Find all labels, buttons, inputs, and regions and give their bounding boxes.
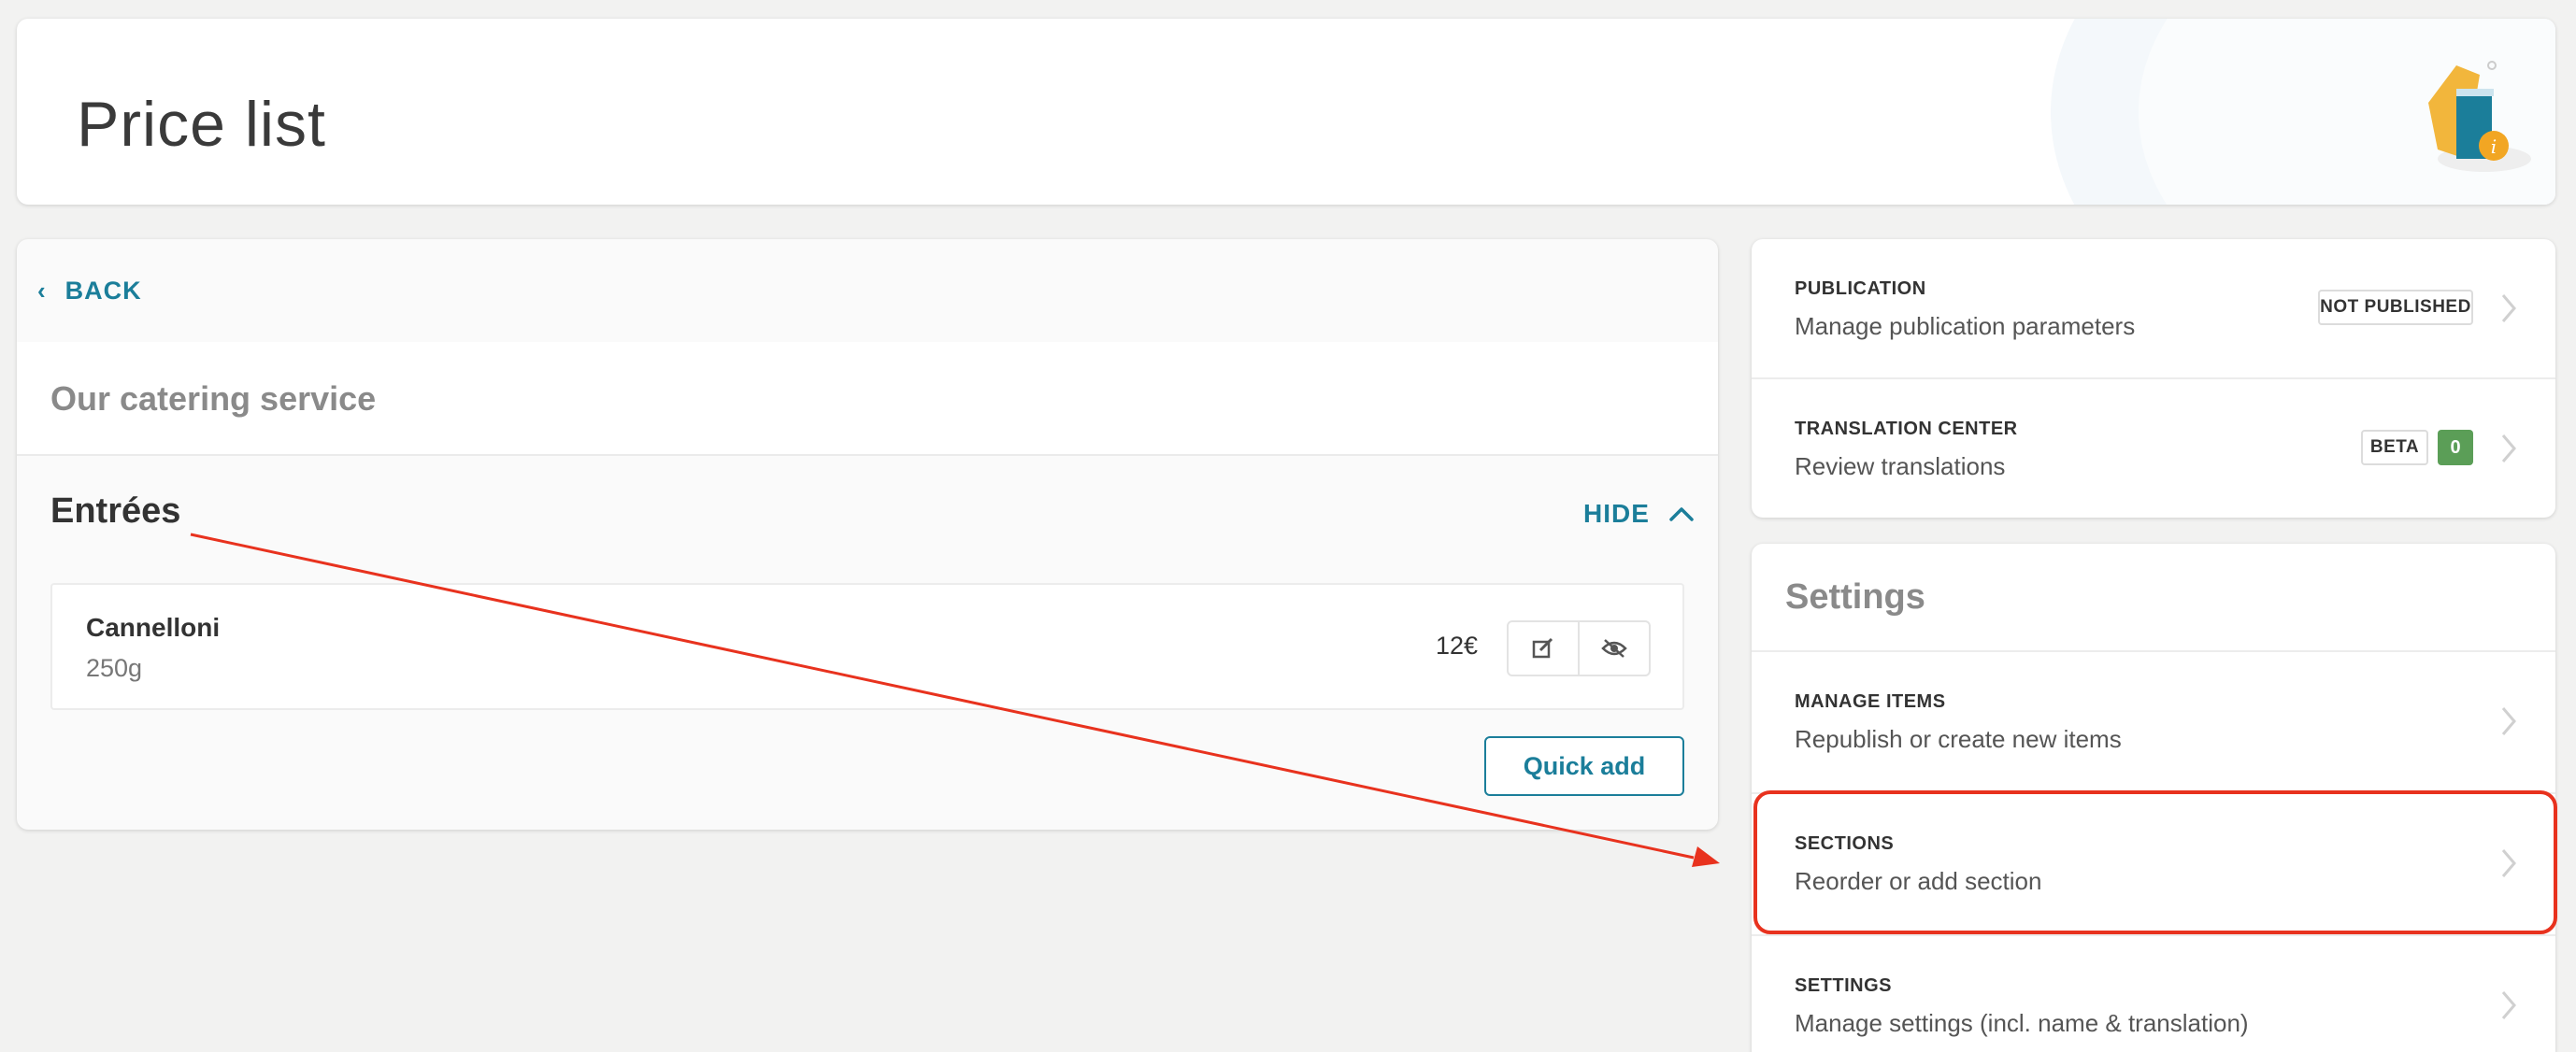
item-name: Cannelloni xyxy=(86,613,221,642)
chevron-up-icon xyxy=(1669,507,1694,521)
item-price: 12€ xyxy=(1436,632,1479,660)
back-link[interactable]: ‹ BACK xyxy=(37,277,142,306)
hide-label: HIDE xyxy=(1583,499,1650,528)
edit-item-button[interactable] xyxy=(1507,620,1580,676)
publication-label: PUBLICATION xyxy=(1795,278,1926,299)
annotation-highlight xyxy=(1753,790,2557,934)
page-title: Price list xyxy=(77,89,326,160)
publication-card: PUBLICATION Manage publication parameter… xyxy=(1752,239,2555,518)
quick-add-button[interactable]: Quick add xyxy=(1484,736,1684,796)
svg-text:i: i xyxy=(2491,135,2497,158)
publication-row[interactable]: PUBLICATION Manage publication parameter… xyxy=(1752,239,2555,379)
chevron-right-icon xyxy=(2501,294,2516,322)
hide-item-button[interactable] xyxy=(1578,620,1651,676)
row-desc: Manage settings (incl. name & translatio… xyxy=(1795,1009,2249,1037)
translation-desc: Review translations xyxy=(1795,452,2006,480)
menu-name: Our catering service xyxy=(50,379,377,418)
row-label: SETTINGS xyxy=(1795,975,1893,996)
price-tag-info-icon: i xyxy=(2428,61,2531,172)
row-desc: Republish or create new items xyxy=(1795,725,2122,753)
settings-row[interactable]: SETTINGS Manage settings (incl. name & t… xyxy=(1752,936,2555,1052)
translation-count-badge: 0 xyxy=(2438,430,2473,465)
section-title: Entrées xyxy=(50,491,181,531)
publication-desc: Manage publication parameters xyxy=(1795,312,2136,340)
chevron-right-icon xyxy=(2501,991,2516,1019)
beta-badge: BETA xyxy=(2361,430,2428,465)
item-detail: 250g xyxy=(86,654,143,682)
settings-title: Settings xyxy=(1785,577,1925,617)
menu-name-bar: Our catering service xyxy=(17,342,1718,456)
chevron-left-icon: ‹ xyxy=(37,277,47,305)
row-label: MANAGE ITEMS xyxy=(1795,691,1946,712)
translation-center-row[interactable]: TRANSLATION CENTER Review translations B… xyxy=(1752,379,2555,518)
chevron-right-icon xyxy=(2501,434,2516,462)
back-label: BACK xyxy=(64,277,142,305)
page-header: Price list i xyxy=(17,19,2555,205)
hide-section-toggle[interactable]: HIDE xyxy=(1583,499,1695,529)
list-item[interactable]: Cannelloni 250g 12€ xyxy=(50,583,1684,710)
menu-editor-card xyxy=(17,239,1718,830)
manage-items-row[interactable]: MANAGE ITEMS Republish or create new ite… xyxy=(1752,652,2555,792)
chevron-right-icon xyxy=(2501,707,2516,735)
translation-label: TRANSLATION CENTER xyxy=(1795,419,2018,439)
eye-off-icon xyxy=(1601,639,1627,658)
edit-icon xyxy=(1532,637,1553,659)
status-badge: NOT PUBLISHED xyxy=(2318,290,2473,325)
